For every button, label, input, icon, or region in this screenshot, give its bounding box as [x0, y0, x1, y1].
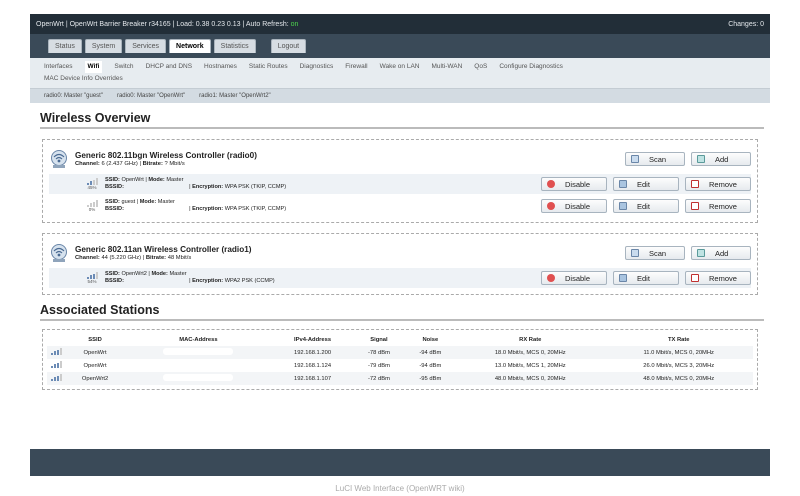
tab-logout[interactable]: Logout [270, 39, 307, 53]
subtab-static-routes[interactable]: Static Routes [249, 61, 288, 73]
mac-redacted [163, 348, 234, 355]
disable-button[interactable]: Disable [541, 271, 607, 285]
scan-button[interactable]: Scan [625, 246, 685, 260]
signal-bars-icon [50, 361, 62, 368]
device-title: Generic 802.11an Wireless Controller (ra… [75, 245, 252, 254]
main-tabs: Status System Services Network Statistic… [30, 34, 770, 58]
edit-button[interactable]: Edit [613, 177, 679, 191]
edit-icon [619, 274, 627, 282]
table-row: OpenWrt2 192.168.1.107 -72 dBm -95 dBm 4… [47, 372, 753, 385]
edit-icon [619, 180, 627, 188]
remove-button[interactable]: Remove [685, 199, 751, 213]
signal-bars-icon [85, 272, 99, 279]
stations-table: SSID MAC-Address IPv4-Address Signal Noi… [42, 329, 758, 390]
tab-network[interactable]: Network [169, 39, 211, 53]
network-info: SSID: OpenWrt | Mode: Master BSSID: | En… [105, 177, 287, 190]
scan-icon [631, 249, 639, 257]
remove-button[interactable]: Remove [685, 177, 751, 191]
device-info: Channel: 44 (5.220 GHz) | Bitrate: 48 Mb… [75, 255, 192, 261]
subtab-wake-on-lan[interactable]: Wake on LAN [380, 61, 420, 73]
subtab-multi-wan[interactable]: Multi-WAN [431, 61, 462, 73]
page-title: Wireless Overview [40, 111, 764, 129]
radio-tab-openwrt2[interactable]: radio1: Master "OpenWrt2" [199, 93, 271, 99]
add-icon [697, 249, 705, 257]
changes-counter[interactable]: Changes: 0 [728, 21, 764, 28]
status-line: OpenWrt | OpenWrt Barrier Breaker r34165… [36, 20, 299, 28]
wifi-device-icon [51, 244, 67, 262]
subtab-switch[interactable]: Switch [114, 61, 133, 73]
subtab-dhcp-dns[interactable]: DHCP and DNS [146, 61, 192, 73]
subtab-firewall[interactable]: Firewall [345, 61, 367, 73]
subtab-mac-overrides[interactable]: MAC Device Info Overrides [44, 73, 123, 85]
subtab-hostnames[interactable]: Hostnames [204, 61, 237, 73]
network-subtabs: Interfaces Wifi Switch DHCP and DNS Host… [30, 58, 770, 88]
tab-statistics[interactable]: Statistics [213, 39, 256, 53]
add-button[interactable]: Add [691, 246, 751, 260]
scan-icon [631, 155, 639, 163]
browser-frame: OpenWrt | OpenWrt Barrier Breaker r34165… [30, 14, 770, 476]
disable-icon [547, 180, 555, 188]
disable-icon [547, 202, 555, 210]
network-info: SSID: OpenWrt2 | Mode: Master BSSID: | E… [105, 271, 275, 284]
table-header: SSID MAC-Address IPv4-Address Signal Noi… [88, 337, 690, 343]
remove-icon [691, 274, 699, 282]
wifi-device-icon [51, 150, 67, 168]
image-caption: LuCI Web Interface (OpenWRT wiki) [335, 484, 465, 493]
device-title: Generic 802.11bgn Wireless Controller (r… [75, 151, 257, 160]
signal-bars-icon [85, 200, 99, 207]
network-row: 54% SSID: OpenWrt2 | Mode: Master BSSID:… [49, 268, 751, 288]
mac-redacted [163, 361, 234, 368]
subtab-diagnostics[interactable]: Diagnostics [300, 61, 334, 73]
subtab-wifi[interactable]: Wifi [84, 61, 103, 73]
add-button[interactable]: Add [691, 152, 751, 166]
tab-status[interactable]: Status [48, 39, 82, 53]
remove-icon [691, 202, 699, 210]
subtab-configure-diagnostics[interactable]: Configure Diagnostics [499, 61, 563, 73]
device-radio1: Generic 802.11an Wireless Controller (ra… [42, 233, 758, 295]
signal-indicator: 45% [85, 178, 99, 190]
remove-button[interactable]: Remove [685, 271, 751, 285]
table-row: OpenWrt 192.168.1.124 -79 dBm -94 dBm 13… [47, 359, 753, 372]
edit-button[interactable]: Edit [613, 199, 679, 213]
device-radio0: Generic 802.11bgn Wireless Controller (r… [42, 139, 758, 223]
device-info: Channel: 6 (2.437 GHz) | Bitrate: ? Mbit… [75, 161, 185, 167]
subtab-interfaces[interactable]: Interfaces [44, 61, 73, 73]
radio-tab-guest[interactable]: radio0: Master "guest" [44, 93, 103, 99]
signal-bars-icon [50, 374, 62, 381]
network-row: 0% SSID: guest | Mode: Master BSSID: | E… [49, 196, 751, 216]
remove-icon [691, 180, 699, 188]
scan-button[interactable]: Scan [625, 152, 685, 166]
auto-refresh-toggle[interactable]: on [291, 21, 299, 28]
add-icon [697, 155, 705, 163]
table-row: OpenWrt 192.168.1.200 -78 dBm -94 dBm 18… [47, 346, 753, 359]
stations-title: Associated Stations [40, 303, 764, 321]
tab-system[interactable]: System [84, 39, 123, 53]
tab-services[interactable]: Services [125, 39, 167, 53]
edit-button[interactable]: Edit [613, 271, 679, 285]
disable-icon [547, 274, 555, 282]
network-row: 45% SSID: OpenWrt | Mode: Master BSSID: … [49, 174, 751, 194]
edit-icon [619, 202, 627, 210]
signal-indicator: 54% [85, 272, 99, 284]
header-bar: OpenWrt | OpenWrt Barrier Breaker r34165… [30, 14, 770, 34]
signal-indicator: 0% [85, 200, 99, 212]
network-info: SSID: guest | Mode: Master BSSID: | Encr… [105, 199, 287, 212]
main-content: Wireless Overview Generic 802.11bgn Wire… [30, 103, 770, 449]
signal-bars-icon [85, 178, 99, 185]
mac-redacted [163, 374, 234, 381]
signal-bars-icon [50, 348, 62, 355]
disable-button[interactable]: Disable [541, 177, 607, 191]
radio-tabs: radio0: Master "guest" radio0: Master "O… [30, 88, 770, 103]
radio-tab-openwrt[interactable]: radio0: Master "OpenWrt" [117, 93, 185, 99]
disable-button[interactable]: Disable [541, 199, 607, 213]
subtab-qos[interactable]: QoS [474, 61, 487, 73]
